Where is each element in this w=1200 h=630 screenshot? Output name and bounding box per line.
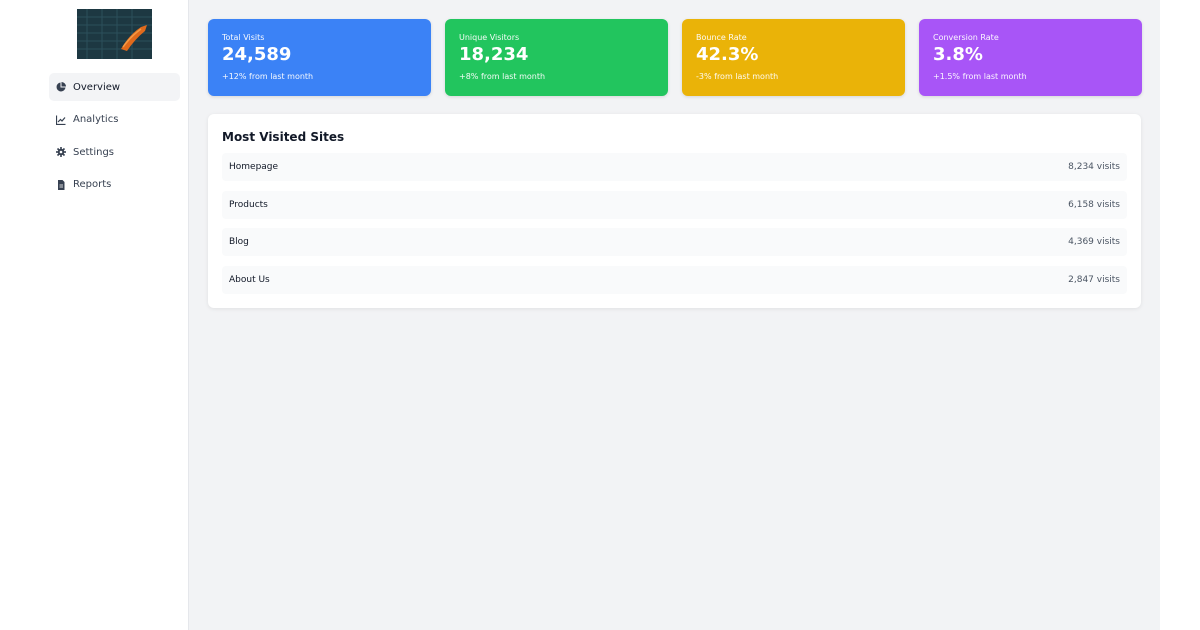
list-item[interactable]: Homepage 8,234 visits bbox=[222, 153, 1127, 181]
site-visits: 2,847 visits bbox=[1068, 274, 1120, 285]
sidebar-item-label: Reports bbox=[73, 179, 112, 191]
sidebar-nav: Overview Analytics Settings Reports bbox=[49, 73, 180, 203]
list-item[interactable]: Blog 4,369 visits bbox=[222, 228, 1127, 256]
sidebar-item-label: Settings bbox=[73, 146, 115, 158]
site-visits: 4,369 visits bbox=[1068, 237, 1120, 247]
site-visits: 8,234 visits bbox=[1068, 162, 1120, 172]
stat-value: 18,234 bbox=[459, 44, 529, 65]
site-list: Homepage 8,234 visits Products 6,158 vis… bbox=[222, 153, 1127, 294]
pie-chart-icon bbox=[56, 82, 66, 92]
sidebar-item-analytics[interactable]: Analytics bbox=[49, 106, 180, 134]
sidebar: Overview Analytics Settings Reports bbox=[0, 0, 189, 630]
site-name: Blog bbox=[229, 237, 249, 247]
site-visits: 6,158 visits bbox=[1068, 199, 1120, 210]
panel-title: Most Visited Sites bbox=[222, 130, 345, 144]
stat-change: +1.5% from last month bbox=[933, 72, 1027, 81]
stat-label: Bounce Rate bbox=[696, 33, 747, 42]
app: Overview Analytics Settings Reports Tota… bbox=[0, 0, 1160, 630]
stat-value: 42.3% bbox=[696, 44, 759, 65]
stat-change: +8% from last month bbox=[459, 72, 546, 81]
stat-label: Unique Visitors bbox=[459, 33, 520, 42]
main-content: Total Visits 24,589 +12% from last month… bbox=[189, 0, 1160, 630]
document-icon bbox=[56, 179, 66, 190]
stat-value: 3.8% bbox=[933, 44, 983, 65]
stat-value: 24,589 bbox=[222, 44, 292, 65]
stat-card-total-visits: Total Visits 24,589 +12% from last month bbox=[208, 19, 431, 96]
list-item[interactable]: Products 6,158 visits bbox=[222, 190, 1127, 219]
logo-image bbox=[77, 9, 152, 59]
stat-label: Conversion Rate bbox=[933, 33, 999, 42]
most-visited-sites-panel: Most Visited Sites Homepage 8,234 visits… bbox=[208, 114, 1141, 308]
sidebar-item-label: Analytics bbox=[73, 114, 119, 126]
stat-change: +12% from last month bbox=[222, 72, 314, 81]
sidebar-item-overview[interactable]: Overview bbox=[49, 73, 180, 101]
stat-card-bounce-rate: Bounce Rate 42.3% -3% from last month bbox=[682, 19, 905, 96]
list-item[interactable]: About Us 2,847 visits bbox=[222, 265, 1127, 294]
site-name: About Us bbox=[229, 274, 270, 285]
stats-row: Total Visits 24,589 +12% from last month… bbox=[208, 19, 1142, 96]
stat-card-conversion-rate: Conversion Rate 3.8% +1.5% from last mon… bbox=[919, 19, 1142, 96]
stat-change: -3% from last month bbox=[696, 72, 779, 81]
gear-icon bbox=[56, 147, 66, 158]
site-name: Homepage bbox=[229, 162, 279, 172]
stat-label: Total Visits bbox=[222, 33, 265, 42]
line-chart-icon bbox=[56, 115, 66, 125]
sidebar-item-settings[interactable]: Settings bbox=[49, 138, 180, 166]
sidebar-item-label: Overview bbox=[73, 81, 121, 93]
site-name: Products bbox=[229, 199, 268, 210]
sidebar-item-reports[interactable]: Reports bbox=[49, 171, 180, 199]
stat-card-unique-visitors: Unique Visitors 18,234 +8% from last mon… bbox=[445, 19, 668, 96]
